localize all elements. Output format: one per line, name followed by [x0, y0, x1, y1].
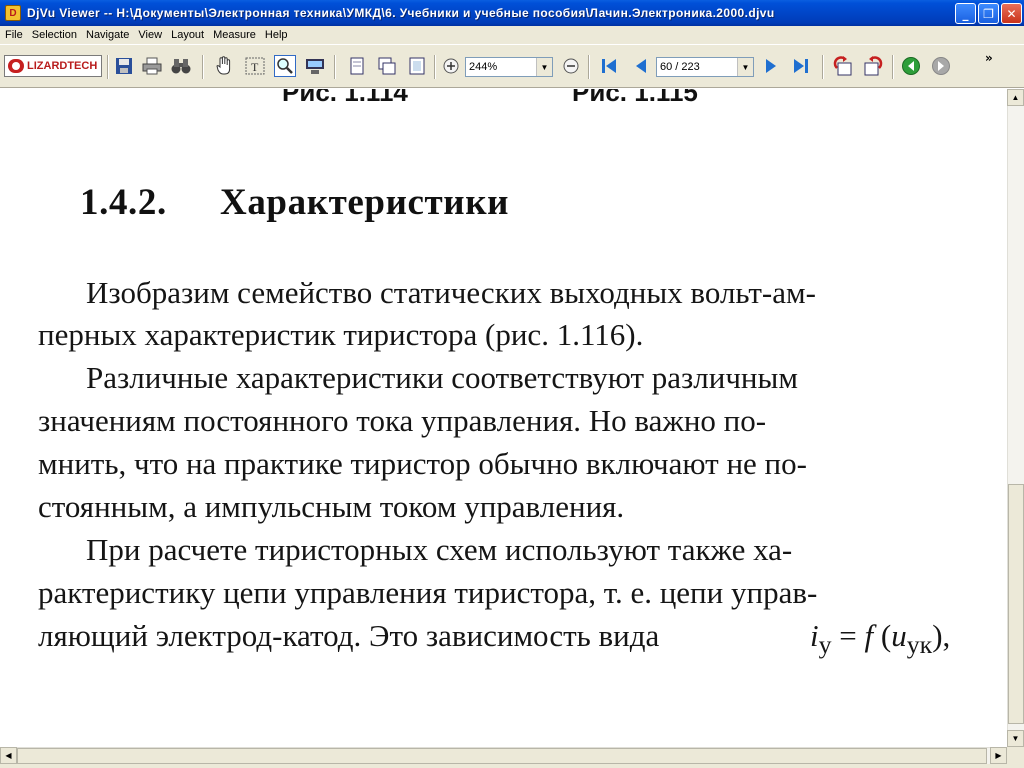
paragraph-line-text: ляющий электрод-катод. Это зависимость в… — [38, 618, 660, 653]
zoom-in-icon[interactable] — [440, 55, 462, 77]
scroll-right-button[interactable]: ▶ — [990, 747, 1007, 764]
continuous-page-icon[interactable] — [376, 55, 398, 77]
menu-help[interactable]: Help — [260, 29, 292, 41]
paragraph-line: Изобразим семейство статических выходных… — [86, 275, 816, 310]
section-heading: 1.4.2. Характеристики — [80, 181, 509, 224]
forward-icon[interactable] — [930, 55, 952, 77]
toolbar: LIZARDTECH T 244% ▼ 60 / 223 ▼ » — [0, 44, 1024, 88]
formula-f: f — [864, 618, 874, 653]
toolbar-separator — [107, 55, 109, 79]
formula-i-sub: у — [818, 630, 832, 660]
formula-u: u — [891, 618, 907, 653]
previous-page-icon[interactable] — [630, 55, 652, 77]
document-viewport[interactable]: Рис. 1.114 Рис. 1.115 1.4.2. Характеристи… — [0, 89, 1007, 747]
toolbar-separator — [588, 55, 590, 79]
formula-i: i — [810, 618, 819, 653]
print-icon[interactable] — [141, 55, 163, 77]
scroll-left-button[interactable]: ◀ — [0, 747, 17, 764]
formula-eq: = — [831, 618, 865, 653]
svg-text:T: T — [251, 60, 259, 74]
figure-caption: Рис. 1.114 — [282, 89, 408, 107]
paragraph-line: При расчете тиристорных схем используют … — [86, 532, 793, 567]
chevron-down-icon[interactable]: ▼ — [536, 58, 552, 76]
paragraph-line: рактеристику цепи управления тиристора, … — [38, 575, 818, 610]
minimize-button[interactable]: _ — [955, 3, 976, 24]
figure-caption: Рис. 1.115 — [572, 89, 698, 107]
horizontal-scroll-thumb[interactable] — [17, 748, 987, 764]
menu-layout[interactable]: Layout — [166, 29, 208, 41]
formula-u-sub: ук — [906, 630, 933, 660]
menu-view[interactable]: View — [133, 29, 166, 41]
menu-measure[interactable]: Measure — [208, 29, 260, 41]
page-select[interactable]: 60 / 223 ▼ — [656, 57, 754, 77]
last-page-icon[interactable] — [790, 55, 812, 77]
formula-open: ( — [873, 618, 892, 653]
toolbar-separator — [334, 55, 336, 79]
close-button[interactable]: ✕ — [1001, 3, 1022, 24]
fit-page-icon[interactable] — [406, 55, 428, 77]
menu-navigate[interactable]: Navigate — [81, 29, 133, 41]
zoom-select[interactable]: 244% ▼ — [465, 57, 553, 77]
zoom-value: 244% — [469, 61, 498, 73]
paragraph-line: мнить, что на практике тиристор обычно в… — [38, 446, 807, 481]
title-bar: D DjVu Viewer -- H:\Документы\Электронна… — [0, 0, 1024, 26]
toolbar-separator — [202, 55, 204, 79]
rotate-right-icon[interactable] — [862, 55, 884, 77]
menu-file[interactable]: File — [0, 29, 27, 41]
toolbar-separator — [434, 55, 436, 79]
lizardtech-logo-icon — [8, 59, 24, 73]
page-value: 60 / 223 — [660, 61, 700, 73]
next-page-icon[interactable] — [760, 55, 782, 77]
formula-close: ), — [932, 618, 951, 653]
find-binoculars-icon[interactable] — [170, 55, 192, 77]
section-title: Характеристики — [220, 182, 510, 223]
first-page-icon[interactable] — [598, 55, 620, 77]
lizardtech-logo[interactable]: LIZARDTECH — [4, 55, 102, 77]
single-page-icon[interactable] — [346, 55, 368, 77]
region-zoom-icon[interactable] — [304, 55, 326, 77]
save-icon[interactable] — [113, 55, 135, 77]
logo-text: LIZARDTECH — [27, 60, 98, 72]
paragraph-line: Различные характеристики соответствуют р… — [86, 360, 798, 395]
menu-bar: File Selection Navigate View Layout Meas… — [0, 26, 1024, 44]
hand-tool-icon[interactable] — [214, 55, 236, 77]
paragraph-line: перных характеристик тиристора (рис. 1.1… — [38, 317, 644, 352]
paragraph-line: значениям постоянного тока управления. Н… — [38, 403, 767, 438]
maximize-button[interactable]: ❐ — [978, 3, 999, 24]
text-select-icon[interactable]: T — [244, 55, 266, 77]
back-icon[interactable] — [900, 55, 922, 77]
rotate-left-icon[interactable] — [832, 55, 854, 77]
zoom-out-icon[interactable] — [560, 55, 582, 77]
zoom-tool-icon[interactable] — [274, 55, 296, 77]
paragraph-line-with-formula: ляющий электрод-катод. Это зависимость в… — [38, 618, 968, 659]
chevron-down-icon[interactable]: ▼ — [737, 58, 753, 76]
document-page: Рис. 1.114 Рис. 1.115 1.4.2. Характеристи… — [0, 89, 1007, 747]
toolbar-overflow-chevron[interactable]: » — [985, 51, 993, 65]
scroll-up-button[interactable]: ▲ — [1007, 89, 1024, 106]
djvu-app-icon[interactable]: D — [5, 5, 21, 21]
toolbar-separator — [892, 55, 894, 79]
section-number: 1.4.2. — [80, 182, 167, 223]
scroll-down-button[interactable]: ▼ — [1007, 730, 1024, 747]
scrollbar-corner — [1007, 747, 1024, 768]
status-bar — [0, 764, 1007, 768]
paragraph-line: стоянным, а импульсным током управления. — [38, 489, 625, 524]
formula: iу = f (uук), — [810, 618, 950, 660]
toolbar-separator — [822, 55, 824, 79]
menu-selection[interactable]: Selection — [27, 29, 81, 41]
window-title: DjVu Viewer -- H:\Документы\Электронная … — [27, 6, 775, 20]
vertical-scroll-thumb[interactable] — [1008, 484, 1024, 724]
